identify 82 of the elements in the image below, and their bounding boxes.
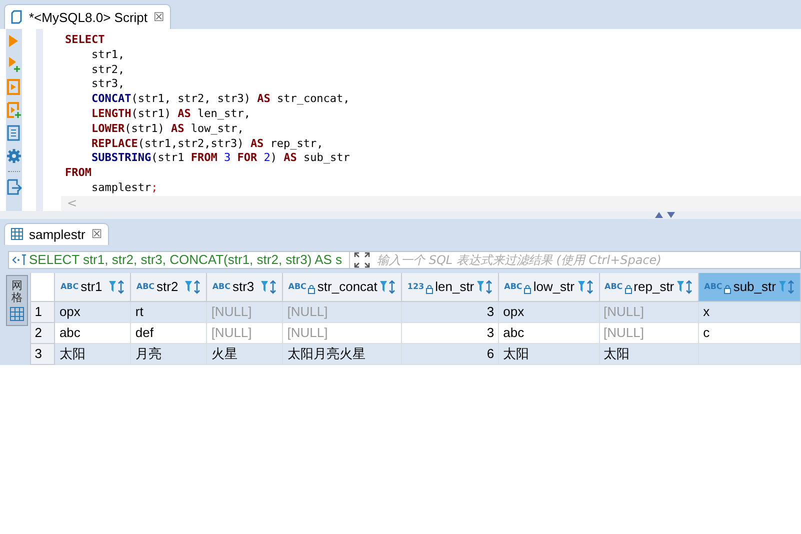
type-label: ABC: [504, 282, 522, 292]
filter-sort-icon[interactable]: [260, 280, 278, 294]
table-cell: 太阳月亮火星: [287, 346, 366, 361]
table-cell: x: [703, 304, 710, 320]
query-text: SELECT str1, str2, str3, CONCAT(str1, str2, str3) AS s: [29, 252, 342, 268]
table-cell: def: [135, 325, 154, 340]
row-number[interactable]: 3: [30, 343, 55, 364]
table-cell: abc: [59, 325, 80, 340]
script-run-icon[interactable]: [6, 79, 22, 95]
type-label: ABC: [704, 282, 722, 292]
filter-sort-icon[interactable]: [476, 280, 494, 294]
table-cell: 火星: [211, 346, 238, 361]
table-cell: c: [703, 325, 710, 340]
filter-sort-icon[interactable]: [778, 280, 796, 294]
filter-field[interactable]: SELECT str1, str2, str3, CONCAT(str1, str2, str3) AS s 输入一个 SQL 表达式来过滤结果 (使用 Ctrl+Space): [8, 250, 801, 269]
column-header[interactable]: ABC sub_str: [698, 272, 800, 302]
lock-icon: [624, 284, 632, 294]
lock-icon: [426, 284, 434, 294]
close-icon[interactable]: ☒: [154, 10, 164, 24]
table-cell: [NULL]: [287, 325, 328, 340]
type-label: 123: [407, 282, 424, 292]
table-cell: 太阳: [59, 346, 86, 361]
column-header[interactable]: ABC low_str: [498, 272, 599, 302]
settings-icon[interactable]: [6, 148, 22, 164]
script-tab[interactable]: *<MySQL8.0> Script ☒: [4, 4, 172, 29]
table-cell: opx: [59, 304, 80, 320]
lock-icon: [524, 284, 532, 294]
table-cell: opx: [503, 304, 524, 320]
export-icon[interactable]: [6, 179, 22, 195]
code-line: FROM: [65, 166, 92, 181]
lock-icon: [308, 284, 316, 294]
lock-icon: [724, 284, 732, 294]
code-line: CONCAT(str1, str2, str3) AS str_concat,: [90, 92, 350, 107]
code-line: LENGTH(str1) AS len_str,: [90, 106, 250, 122]
type-label: ABC: [288, 282, 306, 292]
column-header[interactable]: ABC rep_str: [599, 272, 699, 302]
filter-sort-icon[interactable]: [676, 280, 694, 294]
table-cell: abc: [503, 325, 524, 340]
filter-sort-icon[interactable]: [108, 280, 126, 294]
code-line: SUBSTRING(str1 FROM 3 FOR 2) AS sub_str: [90, 151, 350, 166]
code-line: SELECT: [65, 33, 105, 48]
code-line: samplestr;: [90, 180, 158, 196]
table-cell: [NULL]: [604, 304, 644, 320]
row-number[interactable]: 2: [30, 322, 55, 344]
table-cell: 3: [486, 304, 494, 320]
table-cell: [NULL]: [211, 304, 252, 320]
type-label: ABC: [604, 282, 623, 292]
filter-sort-icon[interactable]: [379, 280, 398, 294]
table-cell: 太阳: [503, 346, 530, 361]
code-line: str3,: [90, 77, 125, 92]
table-cell: rt: [135, 304, 144, 320]
filter-sort-icon[interactable]: [576, 280, 594, 294]
grid-icon[interactable]: [10, 306, 24, 321]
table-cell: [NULL]: [211, 325, 252, 340]
script-plus-icon[interactable]: [6, 102, 22, 118]
results-tab[interactable]: samplestr ☒: [4, 222, 110, 245]
expand-icon[interactable]: [349, 252, 370, 268]
type-label: ABC: [136, 282, 155, 292]
grid-tab[interactable]: 网格: [6, 274, 28, 326]
row-number[interactable]: 1: [30, 301, 55, 322]
table-cell: [NULL]: [287, 304, 328, 320]
collapse-arrows-icon[interactable]: [653, 210, 677, 219]
table-cell: 6: [486, 346, 494, 362]
close-icon[interactable]: ☒: [91, 227, 102, 242]
document-icon[interactable]: [6, 125, 22, 141]
table-cell: 月亮: [135, 346, 162, 361]
script-icon[interactable]: [11, 10, 23, 24]
table-cell: [NULL]: [604, 325, 644, 340]
code-line: LOWER(str1) AS low_str,: [90, 122, 244, 137]
code-line: str1,: [90, 48, 125, 63]
code-line: str2,: [90, 62, 125, 78]
column-header[interactable]: ABC str_concat: [282, 272, 402, 302]
table-icon[interactable]: [11, 228, 23, 240]
filter-sort-icon[interactable]: [184, 280, 202, 294]
query-icon[interactable]: [12, 254, 26, 266]
table-cell: 3: [486, 325, 494, 340]
type-label: ABC: [60, 282, 79, 292]
table-cell: 太阳: [604, 346, 630, 361]
run-plus-icon[interactable]: [6, 56, 22, 72]
column-header[interactable]: 123 len_str: [402, 272, 499, 302]
code-line: REPLACE(str1,str2,str3) AS rep_str,: [90, 136, 324, 152]
type-label: ABC: [212, 282, 230, 292]
